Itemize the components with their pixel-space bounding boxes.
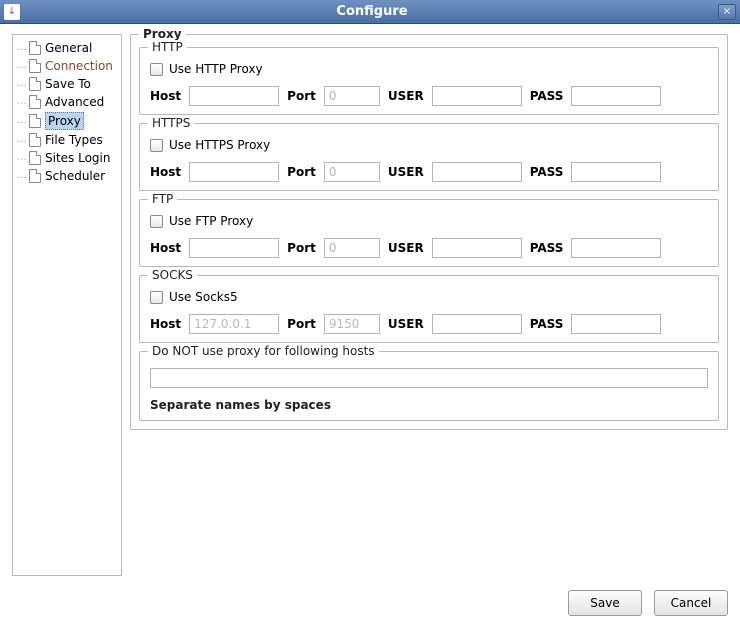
file-icon — [29, 59, 41, 73]
panel-title: Proxy — [139, 27, 186, 41]
https-user-input[interactable] — [432, 162, 522, 182]
app-icon: ↓ — [4, 4, 20, 20]
sidebar-item-scheduler[interactable]: … Scheduler — [15, 167, 119, 185]
proxy-panel: Proxy HTTP Use HTTP Proxy Host Port USER — [130, 34, 728, 430]
socks-host-label: Host — [150, 317, 181, 331]
ftp-user-input[interactable] — [432, 238, 522, 258]
http-port-input[interactable] — [324, 86, 380, 106]
sidebar-item-proxy[interactable]: … Proxy — [15, 111, 119, 131]
sidebar-item-label: File Types — [45, 132, 103, 148]
https-user-label: USER — [388, 165, 424, 179]
https-group: HTTPS Use HTTPS Proxy Host Port USER PAS… — [139, 123, 719, 191]
socks-user-input[interactable] — [432, 314, 522, 334]
tree-connector-icon: … — [17, 40, 27, 56]
https-legend: HTTPS — [148, 116, 194, 130]
use-https-proxy-label: Use HTTPS Proxy — [169, 138, 270, 152]
ftp-port-input[interactable] — [324, 238, 380, 258]
file-icon — [29, 41, 41, 55]
https-port-label: Port — [287, 165, 316, 179]
sidebar-item-label: Save To — [45, 76, 91, 92]
use-http-proxy-label: Use HTTP Proxy — [169, 62, 263, 76]
http-user-input[interactable] — [432, 86, 522, 106]
ftp-host-input[interactable] — [189, 238, 279, 258]
ftp-group: FTP Use FTP Proxy Host Port USER PASS — [139, 199, 719, 267]
sidebar-item-label: Scheduler — [45, 168, 105, 184]
tree-connector-icon: … — [17, 132, 27, 148]
sidebar-item-label: Sites Login — [45, 150, 110, 166]
file-icon — [29, 114, 41, 128]
https-pass-input[interactable] — [571, 162, 661, 182]
http-host-label: Host — [150, 89, 181, 103]
file-icon — [29, 151, 41, 165]
noproxy-input[interactable] — [150, 368, 708, 388]
sidebar-item-save-to[interactable]: … Save To — [15, 75, 119, 93]
socks-pass-input[interactable] — [571, 314, 661, 334]
tree-connector-icon: … — [17, 113, 27, 129]
file-icon — [29, 77, 41, 91]
http-port-label: Port — [287, 89, 316, 103]
noproxy-hint: Separate names by spaces — [150, 398, 708, 412]
http-pass-input[interactable] — [571, 86, 661, 106]
dialog-buttons: Save Cancel — [12, 576, 728, 616]
use-ftp-proxy-label: Use FTP Proxy — [169, 214, 253, 228]
sidebar-item-sites-login[interactable]: … Sites Login — [15, 149, 119, 167]
sidebar-item-file-types[interactable]: … File Types — [15, 131, 119, 149]
http-group: HTTP Use HTTP Proxy Host Port USER PASS — [139, 47, 719, 115]
https-host-label: Host — [150, 165, 181, 179]
noproxy-group: Do NOT use proxy for following hosts Sep… — [139, 351, 719, 421]
tree-connector-icon: … — [17, 168, 27, 184]
socks-user-label: USER — [388, 317, 424, 331]
sidebar-item-label: General — [45, 40, 92, 56]
http-user-label: USER — [388, 89, 424, 103]
http-host-input[interactable] — [189, 86, 279, 106]
tree-connector-icon: … — [17, 76, 27, 92]
ftp-pass-label: PASS — [530, 241, 564, 255]
sidebar-item-label: Advanced — [45, 94, 104, 110]
file-icon — [29, 133, 41, 147]
https-host-input[interactable] — [189, 162, 279, 182]
noproxy-legend: Do NOT use proxy for following hosts — [148, 344, 379, 358]
socks-group: SOCKS Use Socks5 Host Port USER PASS — [139, 275, 719, 343]
sidebar-item-connection[interactable]: … Connection — [15, 57, 119, 75]
ftp-user-label: USER — [388, 241, 424, 255]
https-port-input[interactable] — [324, 162, 380, 182]
sidebar-item-advanced[interactable]: … Advanced — [15, 93, 119, 111]
tree-connector-icon: … — [17, 58, 27, 74]
ftp-host-label: Host — [150, 241, 181, 255]
use-ftp-proxy-checkbox[interactable] — [150, 215, 163, 228]
ftp-port-label: Port — [287, 241, 316, 255]
socks-host-input[interactable] — [189, 314, 279, 334]
use-https-proxy-checkbox[interactable] — [150, 139, 163, 152]
window-title: Configure — [26, 4, 718, 19]
sidebar-item-label: Connection — [45, 58, 113, 74]
socks-legend: SOCKS — [148, 268, 197, 282]
http-pass-label: PASS — [530, 89, 564, 103]
use-http-proxy-checkbox[interactable] — [150, 63, 163, 76]
sidebar-item-general[interactable]: … General — [15, 39, 119, 57]
cancel-button[interactable]: Cancel — [654, 590, 728, 616]
file-icon — [29, 169, 41, 183]
socks-port-label: Port — [287, 317, 316, 331]
ftp-pass-input[interactable] — [571, 238, 661, 258]
sidebar-item-label: Proxy — [45, 112, 84, 130]
https-pass-label: PASS — [530, 165, 564, 179]
socks-port-input[interactable] — [324, 314, 380, 334]
tree-connector-icon: … — [17, 94, 27, 110]
tree-connector-icon: … — [17, 150, 27, 166]
sidebar: … General … Connection … Save To … Advanced … Pro… — [12, 34, 122, 576]
save-button[interactable]: Save — [568, 590, 642, 616]
close-button[interactable]: × — [718, 4, 736, 20]
socks-pass-label: PASS — [530, 317, 564, 331]
use-socks5-checkbox[interactable] — [150, 291, 163, 304]
titlebar: ↓ Configure × — [0, 0, 740, 24]
http-legend: HTTP — [148, 40, 187, 54]
use-socks5-label: Use Socks5 — [169, 290, 238, 304]
ftp-legend: FTP — [148, 192, 177, 206]
file-icon — [29, 95, 41, 109]
